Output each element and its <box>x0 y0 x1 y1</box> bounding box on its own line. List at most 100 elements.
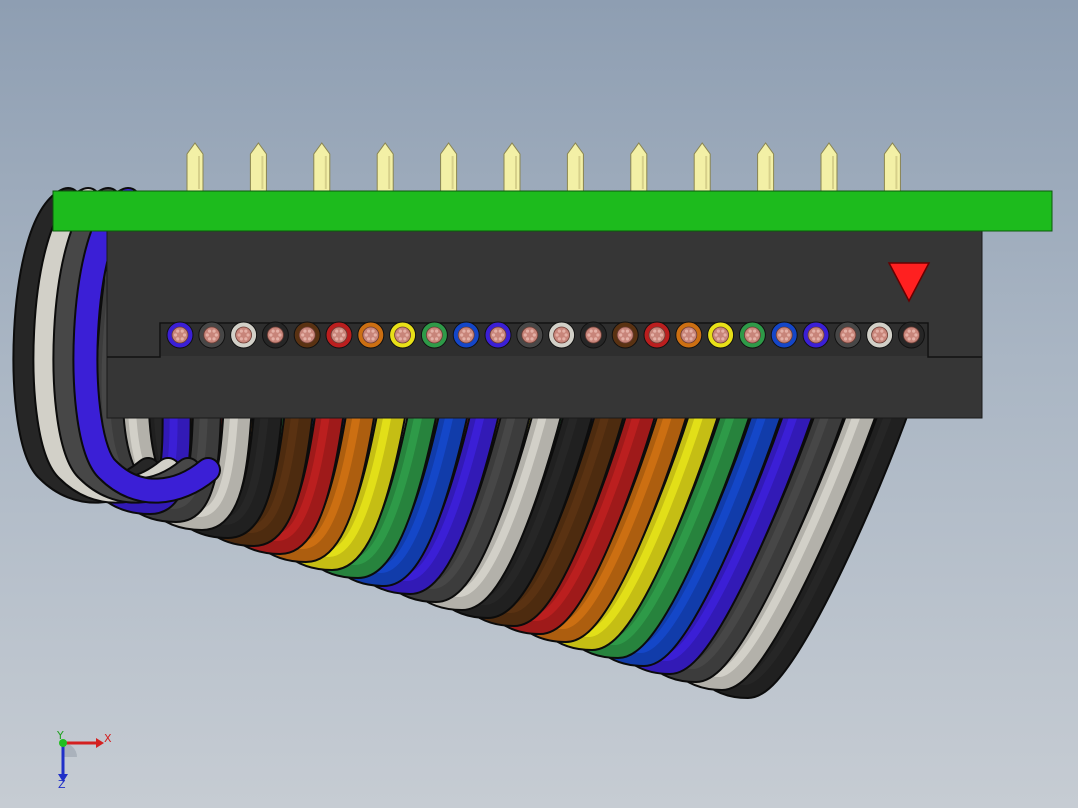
wire-strand <box>589 337 593 341</box>
wire-strand <box>850 333 854 337</box>
wire-strand <box>403 329 407 333</box>
wire-strand <box>753 337 757 341</box>
wire-strand <box>848 329 852 333</box>
header-pin-12 <box>883 142 901 192</box>
wire-strand <box>532 333 536 337</box>
wire-strand <box>557 337 561 341</box>
wire-strand <box>594 329 598 333</box>
wire-strand <box>818 333 823 337</box>
wire-strand <box>339 329 343 333</box>
wire-strand <box>405 333 409 337</box>
wire-strand <box>176 329 180 333</box>
wire-strand <box>562 337 566 341</box>
wire-strand <box>843 337 848 341</box>
coordinate-triad-icon: X Y Z <box>56 729 112 788</box>
wire-strand <box>430 329 434 333</box>
z-axis-label: Z <box>58 778 66 788</box>
wire-strand <box>748 337 752 341</box>
wire-strand <box>398 337 402 341</box>
wire-strand <box>244 337 248 341</box>
wire-strand <box>396 333 400 337</box>
wire-strand <box>494 337 498 341</box>
header-pin-7 <box>566 142 584 192</box>
wire-strand <box>691 333 695 337</box>
wire-strand <box>721 337 725 341</box>
wire-strand <box>364 333 368 337</box>
wire-strand <box>812 329 816 333</box>
wire-strand <box>371 337 375 341</box>
wire-strand <box>684 329 689 333</box>
wire-strand <box>778 333 782 337</box>
wire-strand <box>173 333 178 337</box>
wire-strand <box>905 333 909 337</box>
wire-strand <box>339 337 343 341</box>
wire-strand <box>205 333 209 337</box>
wire-strand <box>269 333 273 337</box>
wire-strand <box>237 333 241 337</box>
wire-strand <box>341 333 346 337</box>
wire-strand <box>880 329 884 333</box>
wire-strand <box>530 337 534 341</box>
wire-strand <box>816 337 820 341</box>
wire-strand <box>555 333 559 337</box>
wire-strand <box>912 337 916 341</box>
wire-strand <box>500 333 505 337</box>
wire-strand <box>780 329 784 333</box>
wire-strand <box>589 329 593 333</box>
wire-strand <box>271 329 275 333</box>
wire-strand <box>784 337 789 341</box>
wire-strand <box>276 337 280 341</box>
wire-strand <box>621 329 625 333</box>
wire-strand <box>914 333 918 337</box>
header-pin-10 <box>757 142 775 192</box>
wire-strand <box>653 329 657 333</box>
wire-strand <box>303 337 307 341</box>
wire-strand <box>469 333 473 337</box>
wire-strand <box>564 333 568 337</box>
wire-strand <box>657 337 661 341</box>
wire-strand <box>301 333 305 337</box>
wire-strand <box>332 333 337 337</box>
wire-strand <box>498 337 502 341</box>
model-viewport[interactable] <box>0 0 1078 808</box>
wire-strand <box>716 329 720 333</box>
wire-strand <box>755 333 759 337</box>
wire-strand <box>659 333 664 337</box>
wire-strand <box>723 333 727 337</box>
wire-strand <box>780 337 784 341</box>
wire-strand <box>812 337 816 341</box>
wire-strand <box>882 333 886 337</box>
pcb-board <box>52 190 1053 232</box>
wire-strand <box>466 337 471 341</box>
wire-strand <box>271 337 275 341</box>
wire-strand <box>462 337 466 341</box>
wire-strand <box>525 337 530 341</box>
wire-strand <box>176 337 180 341</box>
header-pin-6 <box>503 142 521 192</box>
wire-strand <box>276 329 280 333</box>
wire-strand <box>721 329 725 333</box>
wire-strand <box>562 329 566 333</box>
wire-strand <box>366 337 371 341</box>
wire-strand <box>557 329 561 333</box>
wire-strand <box>619 333 623 337</box>
wire-strand <box>625 337 630 341</box>
wire-strand <box>335 329 339 333</box>
wire-strand <box>207 329 212 333</box>
wire-strand <box>787 333 791 337</box>
header-pin-1 <box>186 142 204 192</box>
x-axis-label: X <box>104 732 112 745</box>
wire-strand <box>621 337 625 341</box>
wire-strand <box>716 337 720 341</box>
wire-strand <box>816 329 820 333</box>
wire-strand <box>212 337 216 341</box>
wire-strand <box>437 333 441 337</box>
wire-strand <box>523 333 527 337</box>
wire-strand <box>907 337 911 341</box>
wire-strand <box>714 333 718 337</box>
wire-strand <box>307 329 312 333</box>
wire-strand <box>373 333 377 337</box>
wire-strand <box>466 329 471 333</box>
wire-strand <box>462 329 466 333</box>
wire-strand <box>180 329 184 333</box>
